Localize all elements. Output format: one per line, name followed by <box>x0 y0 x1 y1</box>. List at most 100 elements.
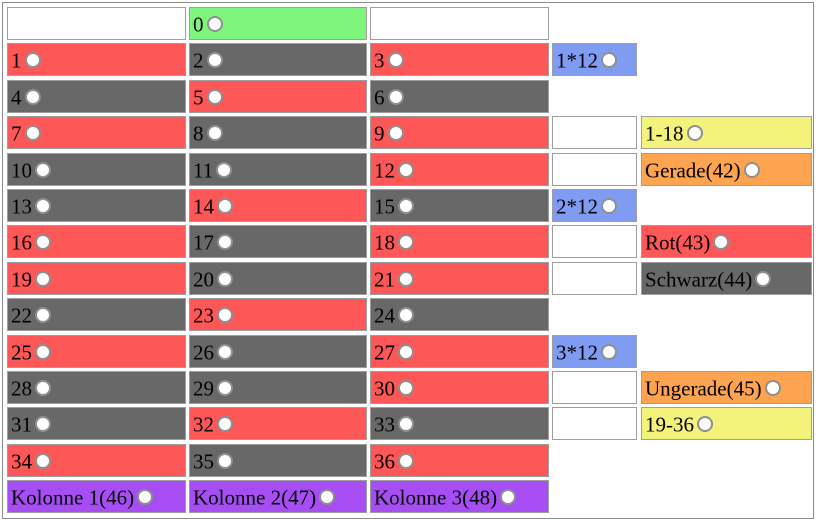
bet-number-14[interactable]: 14 <box>189 189 367 222</box>
bet-number-15-radio[interactable] <box>398 198 414 215</box>
bet-number-3-radio[interactable] <box>387 52 404 69</box>
bet-number-18-radio[interactable] <box>398 234 414 251</box>
bet-number-1-radio[interactable] <box>24 52 41 69</box>
bet-schwarz-44[interactable]: Schwarz(44) <box>641 262 812 295</box>
bet-number-14-radio[interactable] <box>217 198 233 215</box>
bet-number-33[interactable]: 33 <box>370 407 549 440</box>
bet-number-22-radio[interactable] <box>35 307 51 324</box>
bet-number-10[interactable]: 10 <box>7 153 186 186</box>
bet-dozen-2-radio[interactable] <box>601 198 617 215</box>
bet-number-7[interactable]: 7 <box>7 116 186 149</box>
bet-number-16-radio[interactable] <box>35 234 51 251</box>
bet-rot-43[interactable]: Rot(43) <box>641 225 812 258</box>
bet-number-21-radio[interactable] <box>398 271 414 288</box>
bet-number-32[interactable]: 32 <box>189 407 367 440</box>
bet-number-1[interactable]: 1 <box>7 43 186 76</box>
bet-number-29[interactable]: 29 <box>189 371 367 404</box>
bet-number-3[interactable]: 3 <box>370 43 549 76</box>
bet-number-17[interactable]: 17 <box>189 225 367 258</box>
bet-number-5-radio[interactable] <box>206 89 223 106</box>
bet-number-30[interactable]: 30 <box>370 371 549 404</box>
bet-column-2-radio[interactable] <box>319 489 336 506</box>
bet-number-21[interactable]: 21 <box>370 262 549 295</box>
bet-number-32-radio[interactable] <box>217 416 233 433</box>
bet-number-9-radio[interactable] <box>387 125 404 142</box>
bet-number-0[interactable]: 0 <box>189 7 367 40</box>
bet-column-2[interactable]: Kolonne 2(47) <box>189 480 367 513</box>
bet-number-16[interactable]: 16 <box>7 225 186 258</box>
bet-number-27[interactable]: 27 <box>370 335 549 368</box>
bet-number-12[interactable]: 12 <box>370 153 549 186</box>
bet-1-18[interactable]: 1-18 <box>641 116 812 149</box>
bet-number-19-radio[interactable] <box>35 271 51 288</box>
bet-ungerade-45[interactable]: Ungerade(45) <box>641 371 812 404</box>
bet-number-15[interactable]: 15 <box>370 189 549 222</box>
bet-number-2-radio[interactable] <box>206 52 223 69</box>
bet-number-26[interactable]: 26 <box>189 335 367 368</box>
bet-number-10-radio[interactable] <box>35 162 51 179</box>
bet-column-3[interactable]: Kolonne 3(48) <box>370 480 549 513</box>
bet-number-28-radio[interactable] <box>35 380 51 397</box>
bet-number-0-radio[interactable] <box>206 16 223 33</box>
bet-number-29-radio[interactable] <box>217 380 233 397</box>
bet-number-31[interactable]: 31 <box>7 407 186 440</box>
bet-number-1-label: 1 <box>11 48 22 73</box>
bet-ungerade-45-radio[interactable] <box>764 380 781 397</box>
bet-1-18-radio[interactable] <box>686 125 703 142</box>
bet-number-22[interactable]: 22 <box>7 298 186 331</box>
bet-number-20-radio[interactable] <box>217 271 233 288</box>
bet-number-23-radio[interactable] <box>217 307 233 324</box>
bet-number-36[interactable]: 36 <box>370 444 549 477</box>
bet-number-26-radio[interactable] <box>217 344 233 361</box>
bet-number-4[interactable]: 4 <box>7 80 186 113</box>
bet-column-1-radio[interactable] <box>137 489 154 506</box>
bet-number-8-radio[interactable] <box>206 125 223 142</box>
bet-number-23[interactable]: 23 <box>189 298 367 331</box>
bet-number-35-radio[interactable] <box>217 453 233 470</box>
bet-number-25[interactable]: 25 <box>7 335 186 368</box>
bet-number-10-label: 10 <box>11 158 32 183</box>
bet-dozen-1-radio[interactable] <box>601 52 617 69</box>
bet-gerade-42-radio[interactable] <box>743 162 760 179</box>
bet-number-4-radio[interactable] <box>24 89 41 106</box>
bet-number-7-radio[interactable] <box>24 125 41 142</box>
bet-schwarz-44-radio[interactable] <box>755 271 772 288</box>
bet-number-28[interactable]: 28 <box>7 371 186 404</box>
bet-number-34-radio[interactable] <box>35 453 51 470</box>
bet-number-30-radio[interactable] <box>398 380 414 397</box>
bet-dozen-2[interactable]: 2*12 <box>552 189 637 222</box>
bet-number-9[interactable]: 9 <box>370 116 549 149</box>
bet-number-12-radio[interactable] <box>398 162 414 179</box>
bet-number-25-radio[interactable] <box>35 344 51 361</box>
bet-number-13-radio[interactable] <box>35 198 51 215</box>
bet-number-27-radio[interactable] <box>398 344 414 361</box>
bet-number-5[interactable]: 5 <box>189 80 367 113</box>
bet-number-24-radio[interactable] <box>398 307 414 324</box>
bet-rot-43-radio[interactable] <box>713 234 730 251</box>
bet-number-24[interactable]: 24 <box>370 298 549 331</box>
bet-number-36-radio[interactable] <box>398 453 414 470</box>
bet-number-11[interactable]: 11 <box>189 153 367 186</box>
bet-number-17-radio[interactable] <box>217 234 233 251</box>
bet-19-36[interactable]: 19-36 <box>641 407 812 440</box>
bet-number-18[interactable]: 18 <box>370 225 549 258</box>
bet-number-34[interactable]: 34 <box>7 444 186 477</box>
bet-number-2[interactable]: 2 <box>189 43 367 76</box>
bet-gerade-42[interactable]: Gerade(42) <box>641 153 812 186</box>
bet-number-19[interactable]: 19 <box>7 262 186 295</box>
bet-number-8[interactable]: 8 <box>189 116 367 149</box>
bet-number-6[interactable]: 6 <box>370 80 549 113</box>
bet-19-36-radio[interactable] <box>697 416 713 433</box>
bet-dozen-3-radio[interactable] <box>601 344 617 361</box>
bet-dozen-1[interactable]: 1*12 <box>552 43 637 76</box>
bet-column-3-radio[interactable] <box>500 489 517 506</box>
bet-number-11-radio[interactable] <box>216 162 233 179</box>
bet-number-35[interactable]: 35 <box>189 444 367 477</box>
bet-number-33-radio[interactable] <box>398 416 414 433</box>
bet-column-1[interactable]: Kolonne 1(46) <box>7 480 186 513</box>
bet-number-13[interactable]: 13 <box>7 189 186 222</box>
bet-number-31-radio[interactable] <box>35 416 51 433</box>
bet-dozen-3[interactable]: 3*12 <box>552 335 637 368</box>
bet-number-6-radio[interactable] <box>387 89 404 106</box>
bet-number-20[interactable]: 20 <box>189 262 367 295</box>
